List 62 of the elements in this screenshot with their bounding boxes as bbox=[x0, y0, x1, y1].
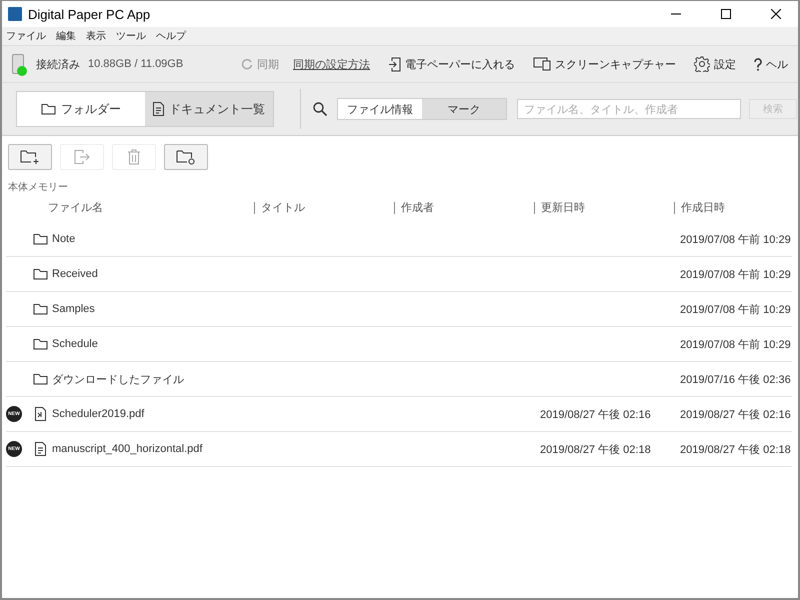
table-cell: 2019/07/08 午前 10:29 bbox=[680, 304, 791, 316]
help-icon bbox=[754, 58, 762, 70]
search-field[interactable]: ファイル名、タイトル、作成者 bbox=[517, 99, 741, 119]
settings-icon bbox=[694, 56, 710, 72]
folder-icon bbox=[32, 303, 48, 315]
folder-icon bbox=[32, 268, 48, 280]
table-cell: 2019/07/08 午前 10:29 bbox=[680, 268, 791, 280]
import-button[interactable]: 電子ペーパーに入れる bbox=[388, 56, 515, 72]
storage-usage: 10.88GB / 11.09GB bbox=[88, 58, 184, 70]
file-name[interactable]: manuscript_400_horizontal.pdf bbox=[52, 443, 202, 455]
document-icon bbox=[34, 442, 46, 456]
table-cell: 2019/07/08 午前 10:29 bbox=[680, 338, 791, 350]
table-cell: 2019/08/27 午後 02:16 bbox=[680, 408, 791, 420]
new-folder-icon bbox=[20, 149, 40, 165]
column-header[interactable]: 作成者 bbox=[394, 202, 534, 214]
menu-item[interactable]: ファイル bbox=[6, 29, 46, 43]
column-header[interactable]: 更新日時 bbox=[534, 202, 674, 214]
folder-icon bbox=[41, 103, 56, 115]
menu-item[interactable]: ツール bbox=[116, 29, 146, 43]
view-tab[interactable]: フォルダー bbox=[17, 92, 145, 126]
menu-item[interactable]: 表示 bbox=[86, 29, 106, 43]
file-name[interactable]: ダウンロードしたファイル bbox=[52, 372, 184, 386]
capture-button[interactable]: スクリーンキャプチャー bbox=[533, 56, 676, 72]
search-tab[interactable]: ファイル情報 bbox=[338, 99, 422, 119]
table-cell: 2019/08/27 午後 02:18 bbox=[680, 444, 791, 456]
toolbar-button[interactable] bbox=[164, 144, 208, 170]
document-icon bbox=[153, 102, 164, 116]
search-icon bbox=[313, 102, 327, 116]
column-header[interactable]: ファイル名 bbox=[6, 202, 254, 214]
view-tab[interactable]: ドキュメント一覧 bbox=[145, 92, 273, 126]
window-title: Digital Paper PC App bbox=[28, 6, 152, 22]
file-name[interactable]: Scheduler2019.pdf bbox=[52, 408, 144, 420]
file-name[interactable]: Received bbox=[52, 268, 98, 280]
table-cell: 2019/08/27 午後 02:16 bbox=[540, 408, 651, 420]
toolbar-button[interactable] bbox=[8, 144, 52, 170]
help-button[interactable]: ヘル bbox=[754, 56, 788, 72]
settings-button[interactable]: 設定 bbox=[694, 56, 736, 72]
file-name[interactable]: Schedule bbox=[52, 338, 98, 350]
devices-icon bbox=[533, 57, 551, 71]
file-name[interactable]: Note bbox=[52, 233, 76, 245]
folder-icon bbox=[32, 373, 48, 385]
import-icon bbox=[388, 56, 401, 72]
folder-sync-icon bbox=[176, 149, 196, 165]
search-tab[interactable]: マーク bbox=[422, 99, 506, 119]
column-header[interactable]: タイトル bbox=[254, 202, 394, 214]
location-label: 本体メモリー bbox=[7, 180, 69, 194]
table-cell: 2019/08/27 午後 02:18 bbox=[540, 444, 651, 456]
menu-item[interactable]: 編集 bbox=[56, 29, 76, 43]
sync-icon bbox=[241, 58, 253, 70]
folder-icon bbox=[32, 338, 48, 350]
file-icon bbox=[34, 407, 46, 421]
connection-status: 接続済み bbox=[36, 56, 80, 72]
menu-item[interactable]: ヘルプ bbox=[156, 29, 186, 43]
export-icon bbox=[73, 149, 91, 165]
trash-icon bbox=[127, 149, 141, 165]
setup-link[interactable]: 同期の設定方法 bbox=[293, 56, 370, 72]
table-cell: 2019/07/16 午後 02:36 bbox=[680, 374, 791, 386]
column-header[interactable]: 作成日時 bbox=[674, 202, 798, 214]
table-cell: 2019/07/08 午前 10:29 bbox=[680, 234, 791, 246]
file-name[interactable]: Samples bbox=[52, 303, 95, 315]
folder-icon bbox=[32, 233, 48, 245]
app-icon bbox=[8, 7, 22, 21]
